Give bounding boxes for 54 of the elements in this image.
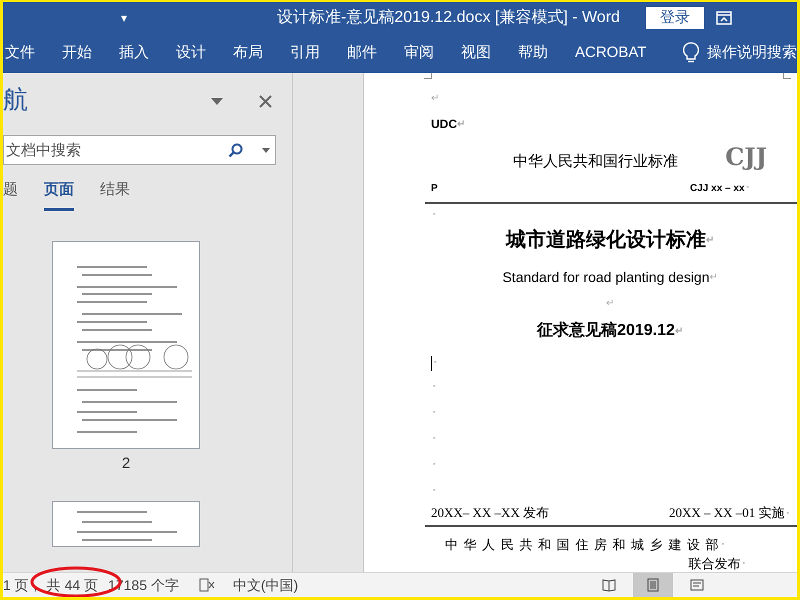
sign-in-button[interactable]: 登录 — [646, 6, 704, 28]
ribbon-tab[interactable]: 帮助 — [518, 42, 548, 64]
ribbon-tab[interactable]: 视图 — [461, 42, 491, 64]
page-thumbnail[interactable] — [52, 501, 200, 547]
close-icon[interactable] — [259, 94, 272, 108]
issuer-name: 中 华 人 民 共 和 国 住 房 和 城 乡 建 设 部 — [445, 536, 720, 554]
draft-label: 征求意见稿2019.12 — [537, 320, 675, 341]
document-title: 城市道路绿化设计标准 — [506, 228, 706, 253]
formatting-mark: ↵ — [606, 296, 614, 310]
page-thumbnail[interactable] — [52, 240, 200, 448]
ribbon-tab[interactable]: 布局 — [233, 42, 263, 64]
formatting-mark: ↵ — [457, 118, 465, 132]
tell-me-search[interactable]: 操作说明搜索 — [707, 42, 797, 64]
crop-mark — [783, 73, 791, 79]
ribbon-tab[interactable]: 引用 — [290, 42, 320, 64]
doc-text: UDC — [431, 116, 457, 133]
lightbulb-icon[interactable] — [683, 42, 699, 64]
document-subtitle: Standard for road planting design — [502, 268, 710, 287]
ribbon-tab[interactable]: 设计 — [176, 42, 206, 64]
print-layout-icon[interactable] — [633, 573, 673, 597]
search-options-caret-icon[interactable] — [262, 148, 270, 153]
formatting-mark: ↵ — [431, 92, 439, 106]
doc-text: P — [431, 182, 438, 196]
search-field[interactable]: 文档中搜索 — [3, 135, 276, 165]
status-text: 共 44 页 — [46, 576, 98, 594]
ribbon-tab[interactable]: 插入 — [119, 42, 149, 64]
standard-logo: CJJ — [725, 141, 767, 173]
ribbon-tab[interactable]: 开始 — [62, 42, 92, 64]
ribbon-tab[interactable]: 邮件 — [347, 42, 377, 64]
customize-toolbar-button[interactable]: ▾ — [121, 8, 128, 26]
proofing-icon[interactable] — [198, 578, 215, 592]
doc-text: 20XX– XX –XX 发布 — [431, 504, 550, 522]
ribbon-tab[interactable]: 审阅 — [404, 42, 434, 64]
text-cursor — [431, 356, 432, 370]
pane-tab[interactable]: 页面 — [44, 179, 74, 210]
formatting-mark: ↵ — [674, 324, 683, 338]
doc-text: 联合发布 — [688, 555, 741, 574]
crop-mark — [424, 73, 432, 79]
doc-text: CJJ xx – xx — [690, 182, 745, 196]
pane-tab[interactable]: 结果 — [100, 179, 130, 210]
formatting-mark: ↵ — [706, 234, 714, 248]
page-number: 2 — [122, 454, 130, 474]
ribbon-tab[interactable]: 文件 — [5, 42, 35, 64]
doc-text: 20XX – XX –01 实施 — [668, 504, 785, 522]
language-status[interactable]: 中文(中国) — [232, 574, 298, 596]
formatting-mark: ↵ — [710, 270, 718, 284]
ribbon-display-options-icon[interactable] — [716, 10, 732, 24]
pane-options-caret-icon[interactable] — [211, 98, 223, 104]
window-title: 设计标准-意见稿2019.12.docx [兼容模式] - Word — [277, 8, 620, 28]
standard-category: 中华人民共和国行业标准 — [513, 152, 678, 172]
pane-tab[interactable]: 题 — [3, 179, 18, 210]
ribbon-tab[interactable]: ACROBAT — [575, 42, 646, 64]
search-icon[interactable] — [228, 143, 243, 158]
navigation-pane-title: 航 — [3, 85, 28, 116]
